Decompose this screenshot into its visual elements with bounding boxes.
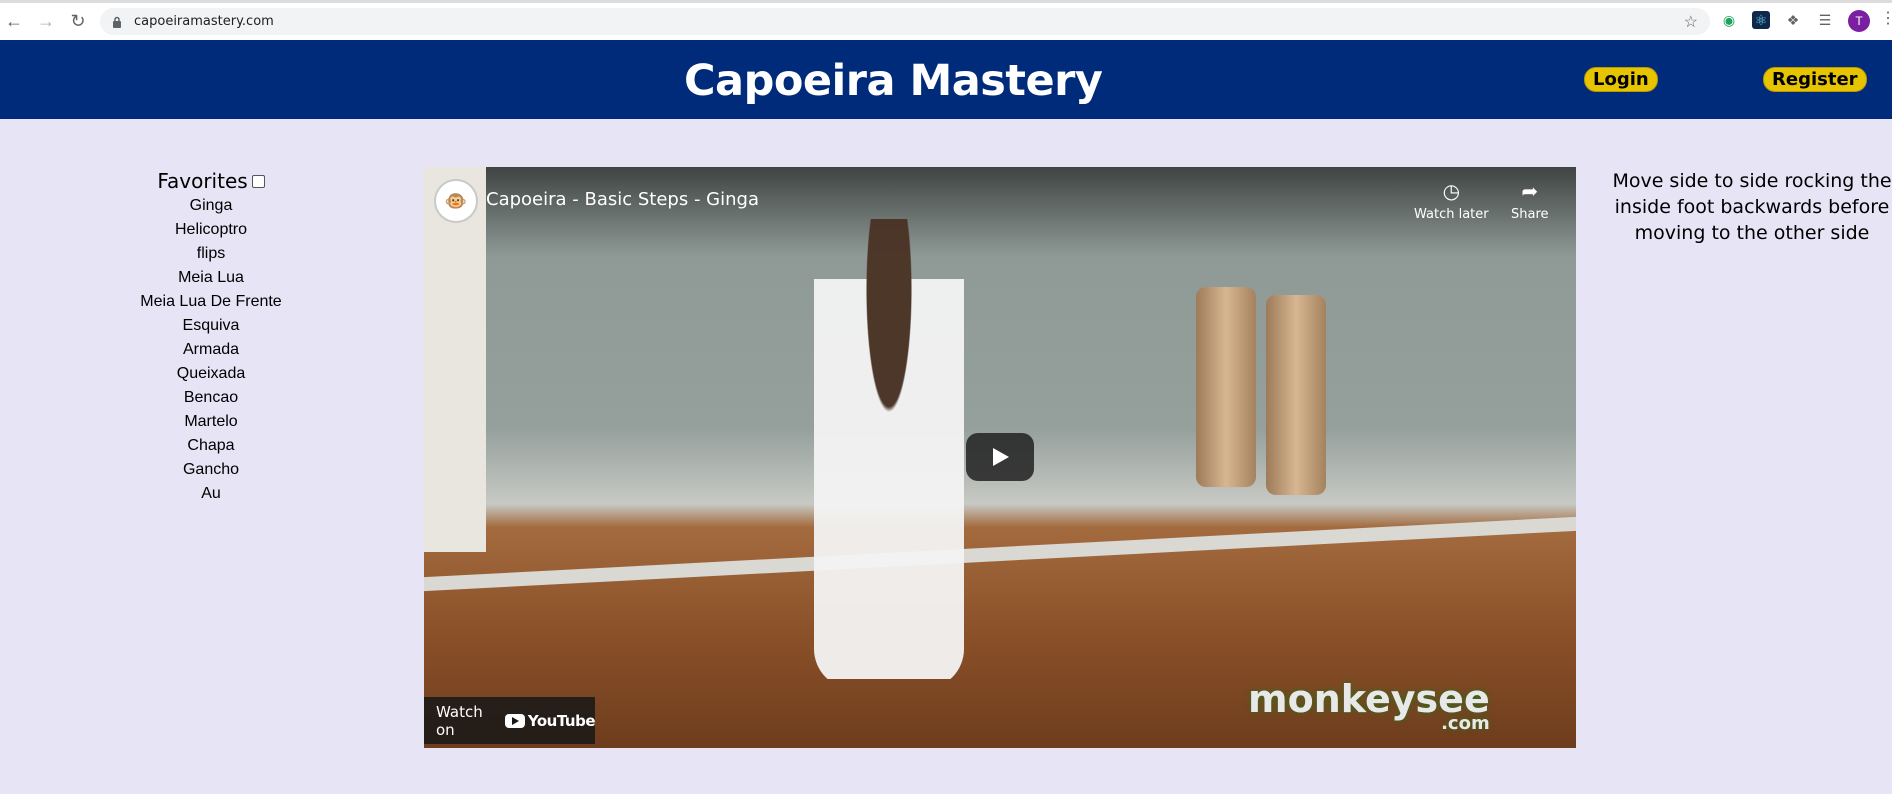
move-item[interactable]: Armada [110, 338, 312, 362]
extension-puzzle-icon[interactable]: ❖ [1784, 11, 1802, 29]
move-item[interactable]: Esquiva [110, 314, 312, 338]
channel-logo-icon[interactable]: 🐵 [434, 179, 478, 223]
video-title[interactable]: Capoeira - Basic Steps - Ginga [486, 189, 759, 210]
favorites-filter: Favorites [110, 168, 312, 194]
tab-strip-edge [0, 0, 1892, 3]
url-text[interactable]: capoeiramastery.com [134, 14, 274, 29]
watch-on-youtube-button[interactable]: Watch on YouTube [424, 697, 596, 744]
address-bar[interactable]: capoeiramastery.com ☆ [100, 8, 1710, 35]
move-item[interactable]: Chapa [110, 434, 312, 458]
move-item[interactable]: flips [110, 242, 312, 266]
star-icon[interactable]: ☆ [1684, 12, 1698, 32]
move-item[interactable]: Meia Lua [110, 266, 312, 290]
site-title: Capoeira Mastery [684, 56, 1103, 106]
avatar[interactable]: T [1848, 10, 1870, 32]
login-button[interactable]: Login [1584, 67, 1658, 92]
youtube-play-icon [504, 713, 525, 728]
move-item[interactable]: Helicoptro [110, 218, 312, 242]
share-arrow-icon: ➦ [1521, 179, 1539, 203]
video-door-scene [424, 167, 486, 552]
video-drum-scene [1196, 287, 1256, 487]
react-extension-icon[interactable]: ⚛ [1752, 11, 1770, 29]
media-icon[interactable]: ☰ [1816, 11, 1834, 29]
back-arrow-icon[interactable]: ← [2, 9, 26, 33]
move-item[interactable]: Gancho [110, 458, 312, 482]
video-watermark: monkeysee .com [1248, 677, 1490, 734]
watch-on-label: Watch on [436, 702, 483, 739]
forward-arrow-icon[interactable]: → [34, 9, 58, 33]
watch-later-label: Watch later [1414, 207, 1489, 222]
move-item[interactable]: Bencao [110, 386, 312, 410]
browser-toolbar: ← → ↻ capoeiramastery.com ☆ ◉ ⚛ ❖ ☰ T ⋮ [0, 0, 1892, 41]
move-description: Move side to side rocking the inside foo… [1612, 170, 1892, 244]
extension-green-icon[interactable]: ◉ [1720, 11, 1738, 29]
youtube-logo-icon: YouTube [504, 711, 596, 730]
share-button[interactable]: ➦ Share [1511, 179, 1549, 222]
lock-icon [112, 15, 122, 33]
favorites-label: Favorites [157, 169, 248, 193]
play-button-icon[interactable] [966, 433, 1034, 481]
move-item[interactable]: Ginga [110, 194, 312, 218]
youtube-wordmark: YouTube [527, 711, 596, 730]
site-header: Capoeira Mastery Login Register [0, 40, 1892, 119]
move-list: Ginga Helicoptro flips Meia Lua Meia Lua… [110, 194, 312, 506]
move-item[interactable]: Meia Lua De Frente [110, 290, 312, 314]
watch-later-button[interactable]: ◷ Watch later [1414, 179, 1489, 222]
move-item[interactable]: Au [110, 482, 312, 506]
share-label: Share [1511, 207, 1549, 222]
moves-sidebar: Favorites Ginga Helicoptro flips Meia Lu… [110, 168, 312, 506]
video-player[interactable]: 🐵 Capoeira - Basic Steps - Ginga ◷ Watch… [424, 167, 1576, 748]
clock-icon: ◷ [1442, 179, 1461, 203]
move-item[interactable]: Martelo [110, 410, 312, 434]
video-baseboard-scene [424, 516, 1576, 592]
favorites-checkbox[interactable] [251, 174, 265, 188]
video-drum-scene [1266, 295, 1326, 495]
menu-kebab-icon[interactable]: ⋮ [1880, 8, 1892, 28]
reload-icon[interactable]: ↻ [66, 9, 90, 33]
video-person-scene [814, 219, 964, 689]
move-item[interactable]: Queixada [110, 362, 312, 386]
register-button[interactable]: Register [1763, 67, 1867, 92]
